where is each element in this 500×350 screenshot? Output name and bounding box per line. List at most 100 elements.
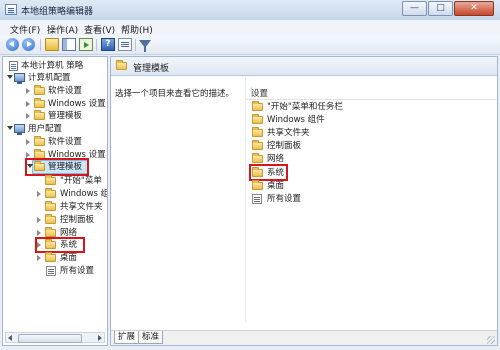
column-header-settings[interactable]: 设置 bbox=[246, 85, 497, 100]
tree-item-label: 计算机配置 bbox=[28, 73, 71, 83]
toolbar-separator bbox=[135, 39, 136, 51]
app-icon bbox=[5, 4, 17, 15]
menu-action[interactable]: 操作(A) bbox=[47, 23, 78, 36]
maximize-button[interactable]: □ bbox=[428, 1, 453, 16]
content-header: 管理模板 bbox=[111, 57, 497, 76]
folder-icon bbox=[34, 136, 45, 146]
tree-item-label: 用户配置 bbox=[28, 124, 63, 134]
list-item-start-menu[interactable]: "开始"菜单和任务栏 bbox=[246, 101, 496, 113]
close-icon: ✕ bbox=[470, 3, 478, 13]
help-icon[interactable]: ? bbox=[101, 38, 115, 51]
expand-closed-icon[interactable] bbox=[26, 88, 30, 94]
list-item-control-panel[interactable]: 控制面板 bbox=[246, 140, 496, 152]
list-item-all-settings[interactable]: 所有设置 bbox=[246, 193, 496, 205]
tree-item-label: 桌面 bbox=[60, 253, 78, 263]
expand-closed-icon[interactable] bbox=[37, 191, 41, 197]
resize-grip[interactable] bbox=[487, 336, 495, 344]
properties-icon[interactable] bbox=[118, 38, 132, 51]
tree-item-label: 本地计算机 策略 bbox=[21, 61, 84, 71]
all-settings-icon bbox=[252, 194, 262, 204]
tree-horizontal-scrollbar[interactable] bbox=[5, 332, 105, 343]
folder-icon bbox=[34, 85, 45, 95]
folder-icon bbox=[34, 110, 45, 120]
up-folder-icon[interactable] bbox=[45, 38, 59, 51]
list-item-windows-components[interactable]: Windows 组件 bbox=[246, 114, 496, 126]
filter-icon[interactable] bbox=[139, 40, 151, 52]
folder-icon bbox=[116, 60, 127, 70]
view-tabs: 扩展 标准 bbox=[111, 330, 497, 345]
folder-icon bbox=[252, 101, 263, 111]
tree-item-shared-folders[interactable]: 共享文件夹 bbox=[3, 201, 107, 213]
tab-extended[interactable]: 扩展 bbox=[114, 331, 140, 344]
tree-item-windows-settings[interactable]: Windows 设置 bbox=[3, 98, 107, 110]
expand-closed-icon[interactable] bbox=[37, 230, 41, 236]
expand-open-icon[interactable] bbox=[7, 126, 13, 130]
toolbar: ? bbox=[0, 36, 500, 55]
folder-icon bbox=[252, 180, 263, 190]
tree-item-label: 控制面板 bbox=[60, 215, 95, 225]
tree-item-software-settings[interactable]: 软件设置 bbox=[3, 136, 107, 148]
folder-icon bbox=[45, 175, 56, 185]
list-item-label: 所有设置 bbox=[267, 194, 302, 204]
folder-icon bbox=[45, 214, 56, 224]
menu-bar: 文件(F) 操作(A) 查看(V) 帮助(H) bbox=[0, 20, 500, 37]
tree-item-all-settings[interactable]: 所有设置 bbox=[3, 265, 107, 277]
export-list-icon[interactable] bbox=[79, 38, 93, 51]
expand-closed-icon[interactable] bbox=[37, 217, 41, 223]
content-pane: 管理模板 选择一个项目来查看它的描述。 设置 "开始"菜单和任务栏 Window… bbox=[110, 56, 498, 346]
scroll-right-icon[interactable] bbox=[98, 335, 102, 341]
folder-icon bbox=[252, 114, 263, 124]
column-header-label: 设置 bbox=[251, 89, 269, 99]
title-bar: 本地组策略编辑器 — □ ✕ bbox=[0, 0, 500, 21]
tree-item-computer-config[interactable]: 计算机配置 bbox=[3, 72, 107, 84]
forward-arrow-icon[interactable] bbox=[22, 38, 35, 51]
back-arrow-icon[interactable] bbox=[6, 38, 19, 51]
menu-help[interactable]: 帮助(H) bbox=[121, 23, 153, 36]
policy-document-icon bbox=[9, 61, 18, 71]
tree-item-windows-components[interactable]: Windows 组 bbox=[3, 188, 107, 200]
list-item-label: 桌面 bbox=[267, 181, 285, 191]
tree-item-label: 管理模板 bbox=[48, 111, 83, 121]
tree-item-admin-templates[interactable]: 管理模板 bbox=[3, 110, 107, 122]
folder-icon bbox=[252, 153, 263, 163]
minimize-icon: — bbox=[410, 3, 419, 13]
all-settings-icon bbox=[46, 266, 56, 276]
expand-closed-icon[interactable] bbox=[26, 101, 30, 107]
toolbar-separator bbox=[40, 39, 41, 51]
group-policy-editor-window: 本地组策略编辑器 — □ ✕ 文件(F) 操作(A) 查看(V) 帮助(H) ?… bbox=[0, 0, 500, 350]
toolbar-separator bbox=[96, 39, 97, 51]
folder-icon bbox=[45, 188, 56, 198]
list-item-label: 控制面板 bbox=[267, 141, 302, 151]
close-button[interactable]: ✕ bbox=[454, 1, 494, 16]
list-item-shared-folders[interactable]: 共享文件夹 bbox=[246, 127, 496, 139]
expand-open-icon[interactable] bbox=[7, 75, 13, 79]
tree-item-desktop[interactable]: 桌面 bbox=[3, 252, 107, 264]
tree-item-label: 软件设置 bbox=[48, 137, 83, 147]
red-highlight-system bbox=[249, 164, 288, 181]
folder-icon bbox=[34, 98, 45, 108]
scroll-thumb[interactable] bbox=[18, 334, 82, 343]
expand-closed-icon[interactable] bbox=[37, 255, 41, 261]
red-highlight-admin-templates bbox=[25, 158, 89, 176]
tree-item-label: Windows 设置 bbox=[48, 99, 106, 109]
column-divider[interactable] bbox=[251, 87, 252, 97]
list-item-desktop[interactable]: 桌面 bbox=[246, 180, 496, 192]
folder-icon bbox=[252, 140, 263, 150]
menu-view[interactable]: 查看(V) bbox=[84, 23, 115, 36]
tree-item-root[interactable]: 本地计算机 策略 bbox=[3, 60, 107, 72]
tree-item-label: 共享文件夹 bbox=[60, 202, 103, 212]
red-highlight-system bbox=[35, 237, 85, 253]
tree-item-control-panel[interactable]: 控制面板 bbox=[3, 214, 107, 226]
tree-item-software-settings[interactable]: 软件设置 bbox=[3, 85, 107, 97]
show-hide-tree-icon[interactable] bbox=[62, 38, 76, 51]
expand-closed-icon[interactable] bbox=[26, 113, 30, 119]
tree-item-user-config[interactable]: 用户配置 bbox=[3, 123, 107, 135]
tree-item-label: 所有设置 bbox=[60, 266, 95, 276]
expand-closed-icon[interactable] bbox=[26, 139, 30, 145]
scroll-left-icon[interactable] bbox=[8, 335, 12, 341]
content-title: 管理模板 bbox=[133, 64, 170, 74]
menu-file[interactable]: 文件(F) bbox=[10, 23, 40, 36]
tab-standard[interactable]: 标准 bbox=[138, 331, 164, 344]
tree-item-start-menu[interactable]: "开始"菜单 bbox=[3, 175, 107, 187]
minimize-button[interactable]: — bbox=[402, 1, 427, 16]
